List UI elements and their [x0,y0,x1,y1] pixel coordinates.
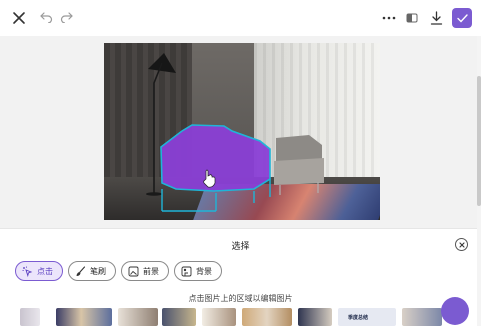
close-panel-button[interactable] [455,238,468,251]
thumbnail[interactable] [402,308,442,326]
thumbnail[interactable] [162,308,196,326]
more-options-button[interactable] [380,9,398,27]
mode-foreground-label: 前景 [143,266,159,276]
mode-background[interactable]: 背景 [174,261,222,281]
selection-hint: 点击图片上的区域以编辑图片 [188,294,293,303]
compare-button[interactable] [404,9,420,27]
mode-foreground[interactable]: 前景 [121,261,169,281]
editing-canvas[interactable] [0,36,477,228]
close-icon [458,241,465,248]
panel-title: 选择 [231,242,250,252]
undo-button[interactable] [39,10,53,24]
download-icon [430,11,442,25]
edited-photo[interactable] [104,43,380,220]
selected-armchair [160,124,271,212]
background-icon [181,266,192,276]
vertical-scrollbar[interactable] [477,36,481,326]
redo-button[interactable] [59,10,73,24]
more-icon [382,16,396,20]
thumbnail[interactable] [56,308,112,326]
photo-objects [146,53,324,212]
thumbnail[interactable] [20,308,40,326]
mode-click-label: 点击 [37,266,53,276]
brush-icon [76,265,86,276]
mode-click[interactable]: 点击 [15,261,63,281]
mode-brush[interactable]: 笔刷 [68,261,116,281]
done-button[interactable] [452,8,472,28]
compare-icon [406,13,418,23]
thumbnail[interactable] [298,308,332,326]
scrollbar-thumb[interactable] [477,76,481,206]
close-button[interactable] [10,9,28,27]
thumbnail[interactable] [202,308,236,326]
thumbnail-strip: 季度总结 [6,307,472,326]
redo-icon [60,12,73,23]
check-icon [456,13,468,23]
thumbnail[interactable]: 季度总结 [338,308,396,326]
foreground-icon [128,266,139,276]
mode-brush-label: 笔刷 [90,266,106,276]
download-button[interactable] [427,9,445,27]
tap-select-icon [22,266,33,277]
grey-armchair [274,135,324,195]
mode-background-label: 背景 [196,266,212,276]
close-icon [13,12,25,24]
thumbnail[interactable] [118,308,158,326]
thumbnail[interactable] [242,308,292,326]
assistant-button[interactable] [441,297,469,325]
selection-modes: 点击 笔刷 前景 背景 [15,261,222,281]
undo-icon [39,12,52,23]
thumbnail-label: 季度总结 [348,315,369,321]
editor-toolbar [0,0,481,36]
